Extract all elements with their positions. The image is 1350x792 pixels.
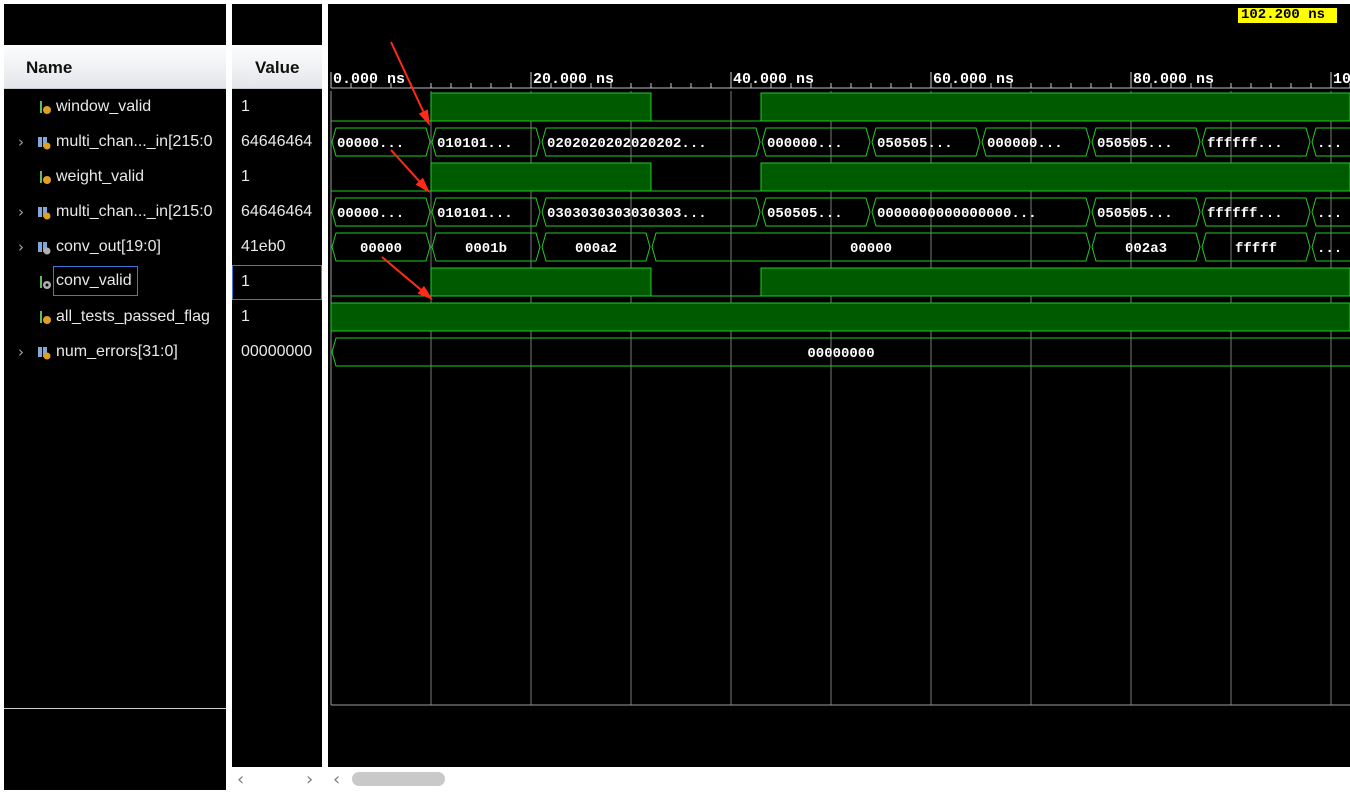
bus-value-label: 000a2 xyxy=(575,241,617,257)
bus-value-label: 050505... xyxy=(877,136,953,152)
bus-value-label: 000000... xyxy=(767,136,843,152)
ruler-label: 60.000 ns xyxy=(933,71,1014,88)
wave-high-pulse xyxy=(330,302,1350,332)
bus-value-label: 010101... xyxy=(437,206,513,222)
bus-value-label: ffffff... xyxy=(1207,206,1283,222)
bus-value-label: ... xyxy=(1317,241,1342,257)
wave-high-pulse xyxy=(760,267,1350,297)
bus-value-label: 050505... xyxy=(767,206,843,222)
bus-value-label: 0001b xyxy=(465,241,507,257)
bus-value-label: 00000... xyxy=(337,206,404,222)
value-scroll-left-icon[interactable]: ‹ xyxy=(237,767,244,792)
bus-value-label: ... xyxy=(1317,206,1342,222)
wave-high-pulse xyxy=(430,267,652,297)
bus-value-label: 050505... xyxy=(1097,136,1173,152)
arrow-head xyxy=(418,109,430,126)
ruler-label: 10 xyxy=(1333,71,1350,88)
wave-high-pulse xyxy=(430,162,652,192)
wave-scroll-left-icon[interactable]: ‹ xyxy=(333,767,340,792)
ruler-label: 80.000 ns xyxy=(1133,71,1214,88)
bus-value-label: fffff xyxy=(1235,241,1277,257)
bus-value-label: 0303030303030303... xyxy=(547,206,707,222)
bus-value-label: 00000... xyxy=(337,136,404,152)
wave-high-pulse xyxy=(760,162,1350,192)
bus-value-label: 0202020202020202... xyxy=(547,136,707,152)
ruler-label: 0.000 ns xyxy=(333,71,405,88)
bus-value-label: 00000000 xyxy=(807,346,874,362)
waveform-canvas[interactable]: 0.000 ns 20.000 ns 40.000 ns 60.000 ns 80.00… xyxy=(0,0,1350,792)
bus-value-label: 00000 xyxy=(850,241,892,257)
arrow-shaft xyxy=(390,149,420,182)
red-arrow-annotation xyxy=(381,256,433,300)
cursor-time-label[interactable]: 102.200 ns xyxy=(1238,8,1338,23)
ruler-label: 40.000 ns xyxy=(733,71,814,88)
ruler-label: 20.000 ns xyxy=(533,71,614,88)
time-ruler: 0.000 ns 20.000 ns 40.000 ns 60.000 ns 80.00… xyxy=(333,71,1350,88)
bus-value-label: 002a3 xyxy=(1125,241,1167,257)
bus-value-label: 0000000000000000... xyxy=(877,206,1037,222)
arrow-shaft xyxy=(381,256,422,291)
bus-value-label: 00000 xyxy=(360,241,402,257)
waveform-traces: 00000... 010101... 0202020202020202... 0000… xyxy=(330,92,1350,367)
wave-scroll-thumb[interactable] xyxy=(352,772,445,786)
bus-value-label: ffffff... xyxy=(1207,136,1283,152)
value-scroll-right-icon[interactable]: › xyxy=(306,767,313,792)
bus-value-label: 000000... xyxy=(987,136,1063,152)
bus-value-label: 050505... xyxy=(1097,206,1173,222)
bus-value-label: 010101... xyxy=(437,136,513,152)
wave-high-pulse xyxy=(760,92,1350,122)
bus-value-label: ... xyxy=(1317,136,1342,152)
wave-high-pulse xyxy=(430,92,652,122)
